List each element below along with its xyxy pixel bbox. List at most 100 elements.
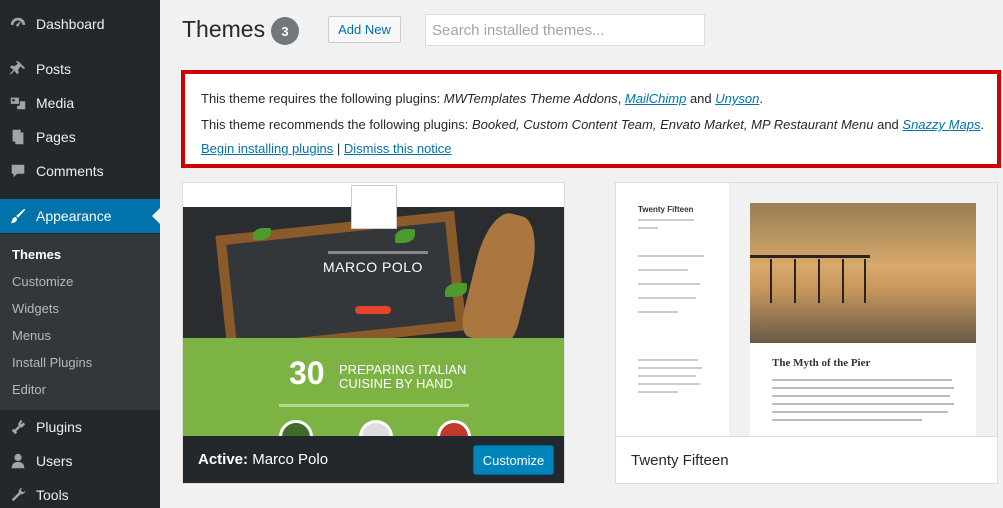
sidebar-item-comments[interactable]: Comments (0, 154, 160, 188)
sidebar-item-appearance[interactable]: Appearance (0, 199, 160, 233)
page-title: Themes (182, 16, 266, 42)
active-theme-label: Active: Marco Polo (198, 451, 328, 468)
screenshot-text-line (279, 404, 469, 407)
screenshot-text-line (638, 227, 658, 229)
active-prefix: Active: (198, 451, 249, 468)
screenshot-text-line (638, 269, 688, 271)
plugin-link-text: Unyson (715, 91, 760, 106)
user-icon (8, 451, 28, 471)
screenshot-headline: PREPARING ITALIAN CUISINE BY HAND (339, 363, 466, 391)
sidebar-item-pages[interactable]: Pages (0, 120, 160, 154)
submenu-menus[interactable]: Menus (12, 328, 51, 343)
plugin-link-text: MailChimp (624, 91, 687, 106)
appearance-submenu: Themes Customize Widgets Menus Install P… (0, 234, 160, 410)
sidebar-item-dashboard[interactable]: Dashboard (0, 7, 160, 41)
sidebar-item-label: Appearance (36, 208, 112, 224)
pier-shape (794, 259, 796, 303)
pier-shape (818, 259, 820, 303)
theme-footer: Active: Marco Polo Customize (183, 436, 564, 483)
plugin-link-unyson[interactable]: Unyson (715, 91, 759, 106)
screenshot-text-line (638, 255, 704, 257)
screenshot-text-line (638, 367, 702, 369)
screenshot-text-line (772, 419, 922, 421)
screenshot-button (355, 306, 391, 314)
notice-text: and (873, 117, 903, 132)
sidebar-item-plugins[interactable]: Plugins (0, 410, 160, 444)
sidebar-item-tools[interactable]: Tools (0, 478, 160, 508)
submenu-customize[interactable]: Customize (12, 274, 73, 289)
brush-icon (8, 206, 28, 226)
theme-name: Marco Polo (252, 451, 329, 468)
sidebar-item-label: Media (36, 95, 75, 111)
comment-icon (8, 161, 28, 181)
screenshot-text-line (772, 411, 948, 413)
sidebar-item-label: Comments (36, 163, 104, 179)
add-new-button[interactable]: Add New (328, 16, 401, 43)
theme-count-badge: 3 (271, 17, 299, 45)
screenshot-text-line (638, 383, 700, 385)
plugin-name: MWTemplates Theme Addons (443, 91, 618, 106)
customize-button[interactable]: Customize (473, 445, 554, 475)
notice-actions: Begin installing plugins | Dismiss this … (201, 141, 452, 156)
plugin-link-mailchimp[interactable]: MailChimp (625, 91, 686, 106)
pier-photo (750, 203, 976, 343)
theme-footer: Twenty Fifteen (616, 436, 997, 483)
theme-screenshot[interactable]: Twenty Fifteen The Myth of the Pier (616, 183, 997, 436)
media-icon (8, 93, 28, 113)
screenshot-subtitle-line (328, 251, 428, 254)
notice-text: and (686, 91, 716, 106)
headline-line: CUISINE BY HAND (339, 376, 453, 391)
begin-installing-plugins-link[interactable]: Begin installing plugins (201, 141, 333, 156)
screenshot-text-line (638, 359, 698, 361)
wrench-icon (8, 485, 28, 505)
pin-icon (8, 59, 28, 79)
sidebar-item-label: Pages (36, 129, 76, 145)
theme-card-marco-polo[interactable]: MARCO POLO 30 PREPARING ITALIAN CUISINE B… (182, 182, 565, 484)
dismiss-notice-link[interactable]: Dismiss this notice (344, 141, 452, 156)
screenshot-text-line (638, 297, 696, 299)
theme-screenshot[interactable]: MARCO POLO 30 PREPARING ITALIAN CUISINE B… (183, 183, 564, 436)
screenshot-text-line (772, 379, 952, 381)
plugin-link-snazzy-maps[interactable]: Snazzy Maps (902, 117, 980, 132)
admin-sidebar: Dashboard Posts Media Pages Comments App… (0, 0, 160, 508)
screenshot-text-line (638, 219, 694, 221)
pier-shape (750, 255, 870, 295)
notice-text: . (980, 117, 985, 132)
sidebar-item-users[interactable]: Users (0, 444, 160, 478)
theme-name: Twenty Fifteen (631, 452, 729, 469)
pier-shape (864, 259, 866, 303)
screenshot-post-title: The Myth of the Pier (772, 357, 871, 369)
plug-icon (8, 417, 28, 437)
sidebar-item-media[interactable]: Media (0, 86, 160, 120)
pier-shape (842, 259, 844, 303)
notice-text: , (617, 91, 625, 106)
notice-text: . (759, 91, 763, 106)
screenshot-hero-title: MARCO POLO (323, 259, 423, 275)
headline-line: PREPARING ITALIAN (339, 362, 467, 377)
submenu-themes[interactable]: Themes (12, 247, 61, 262)
dashboard-icon (8, 14, 28, 34)
screenshot-site-title: Twenty Fifteen (638, 205, 694, 214)
notice-required-line: This theme requires the following plugin… (201, 91, 763, 106)
sidebar-item-label: Plugins (36, 419, 82, 435)
sidebar-item-label: Posts (36, 61, 72, 77)
submenu-widgets[interactable]: Widgets (12, 301, 59, 316)
submenu-editor[interactable]: Editor (12, 382, 46, 397)
screenshot-article: The Myth of the Pier (750, 203, 976, 436)
screenshot-text-line (638, 375, 696, 377)
sidebar-item-label: Users (36, 453, 73, 469)
theme-card-twenty-fifteen[interactable]: Twenty Fifteen The Myth of the Pier Twen… (615, 182, 998, 484)
submenu-install-plugins[interactable]: Install Plugins (12, 355, 92, 370)
sidebar-item-label: Tools (36, 487, 69, 503)
pages-icon (8, 127, 28, 147)
screenshot-text-line (638, 283, 700, 285)
sidebar-item-posts[interactable]: Posts (0, 52, 160, 86)
screenshot-text-line (772, 403, 954, 405)
screenshot-text-line (638, 391, 678, 393)
screenshot-main: The Myth of the Pier (730, 183, 997, 436)
pier-shape (770, 259, 772, 303)
sidebar-item-label: Dashboard (36, 16, 105, 32)
plugin-link-text: Snazzy Maps (902, 117, 981, 132)
notice-separator: | (333, 141, 344, 156)
search-themes-input[interactable] (425, 14, 705, 46)
